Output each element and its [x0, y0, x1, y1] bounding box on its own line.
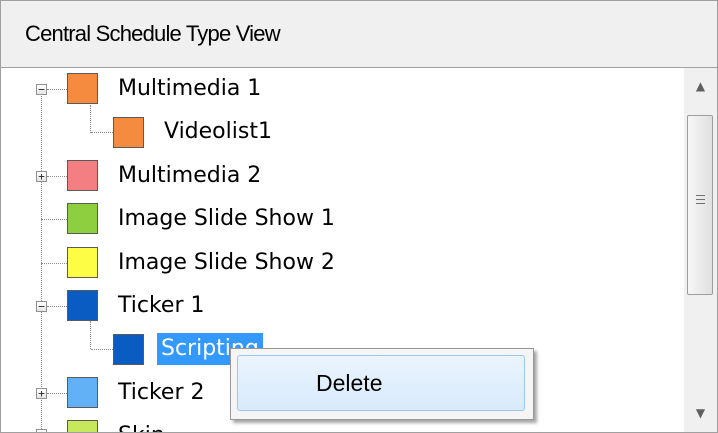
tree-node-label[interactable]: Skin — [114, 420, 169, 432]
context-menu: Delete — [230, 348, 534, 420]
tree-line — [91, 349, 113, 350]
grip-line — [696, 203, 705, 204]
tree-line — [47, 176, 67, 177]
tree-node-label[interactable]: Videolist1 — [160, 116, 276, 148]
tree-line — [41, 88, 42, 432]
tree-line — [47, 306, 67, 307]
delete-menu-item[interactable]: Delete — [237, 355, 525, 411]
scroll-up-icon[interactable]: ▲ — [684, 71, 717, 101]
column-header[interactable]: Central Schedule Type View — [1, 1, 717, 68]
color-swatch — [113, 334, 144, 365]
menu-item-label: Delete — [316, 370, 383, 396]
tree-line — [47, 393, 67, 394]
color-swatch — [67, 247, 98, 278]
color-swatch — [67, 290, 98, 321]
tree-line — [47, 89, 67, 90]
expand-toggle[interactable]: + — [36, 429, 47, 432]
tree-node-label[interactable]: Ticker 1 — [114, 290, 209, 322]
grip-line — [696, 195, 705, 196]
tree-node-label[interactable]: Ticker 2 — [114, 377, 209, 409]
tree-line — [41, 263, 67, 264]
tree-line — [90, 321, 91, 349]
tree-node-label[interactable]: Multimedia 1 — [114, 73, 265, 105]
tree-node-label[interactable]: Multimedia 2 — [114, 160, 265, 192]
tree-line — [41, 219, 67, 220]
color-swatch — [67, 160, 98, 191]
expand-toggle[interactable]: + — [36, 388, 47, 399]
tree-node-label[interactable]: Image Slide Show 2 — [114, 247, 339, 279]
schedule-type-panel: Central Schedule Type View − Multimedia … — [0, 0, 718, 433]
collapse-toggle[interactable]: − — [36, 84, 47, 95]
collapse-toggle[interactable]: − — [36, 301, 47, 312]
color-swatch — [113, 117, 144, 148]
color-swatch — [67, 73, 98, 104]
tree-line — [91, 132, 113, 133]
column-header-title: Central Schedule Type View — [25, 21, 281, 46]
color-swatch — [67, 377, 98, 408]
scroll-thumb[interactable] — [687, 115, 713, 295]
expand-toggle[interactable]: + — [36, 171, 47, 182]
tree-node-label[interactable]: Image Slide Show 1 — [114, 203, 339, 235]
vertical-scrollbar[interactable]: ▲ ▼ — [684, 68, 717, 432]
scroll-down-icon[interactable]: ▼ — [684, 398, 717, 428]
color-swatch — [67, 420, 98, 432]
tree-line — [90, 105, 91, 133]
grip-line — [696, 199, 705, 200]
color-swatch — [67, 203, 98, 234]
